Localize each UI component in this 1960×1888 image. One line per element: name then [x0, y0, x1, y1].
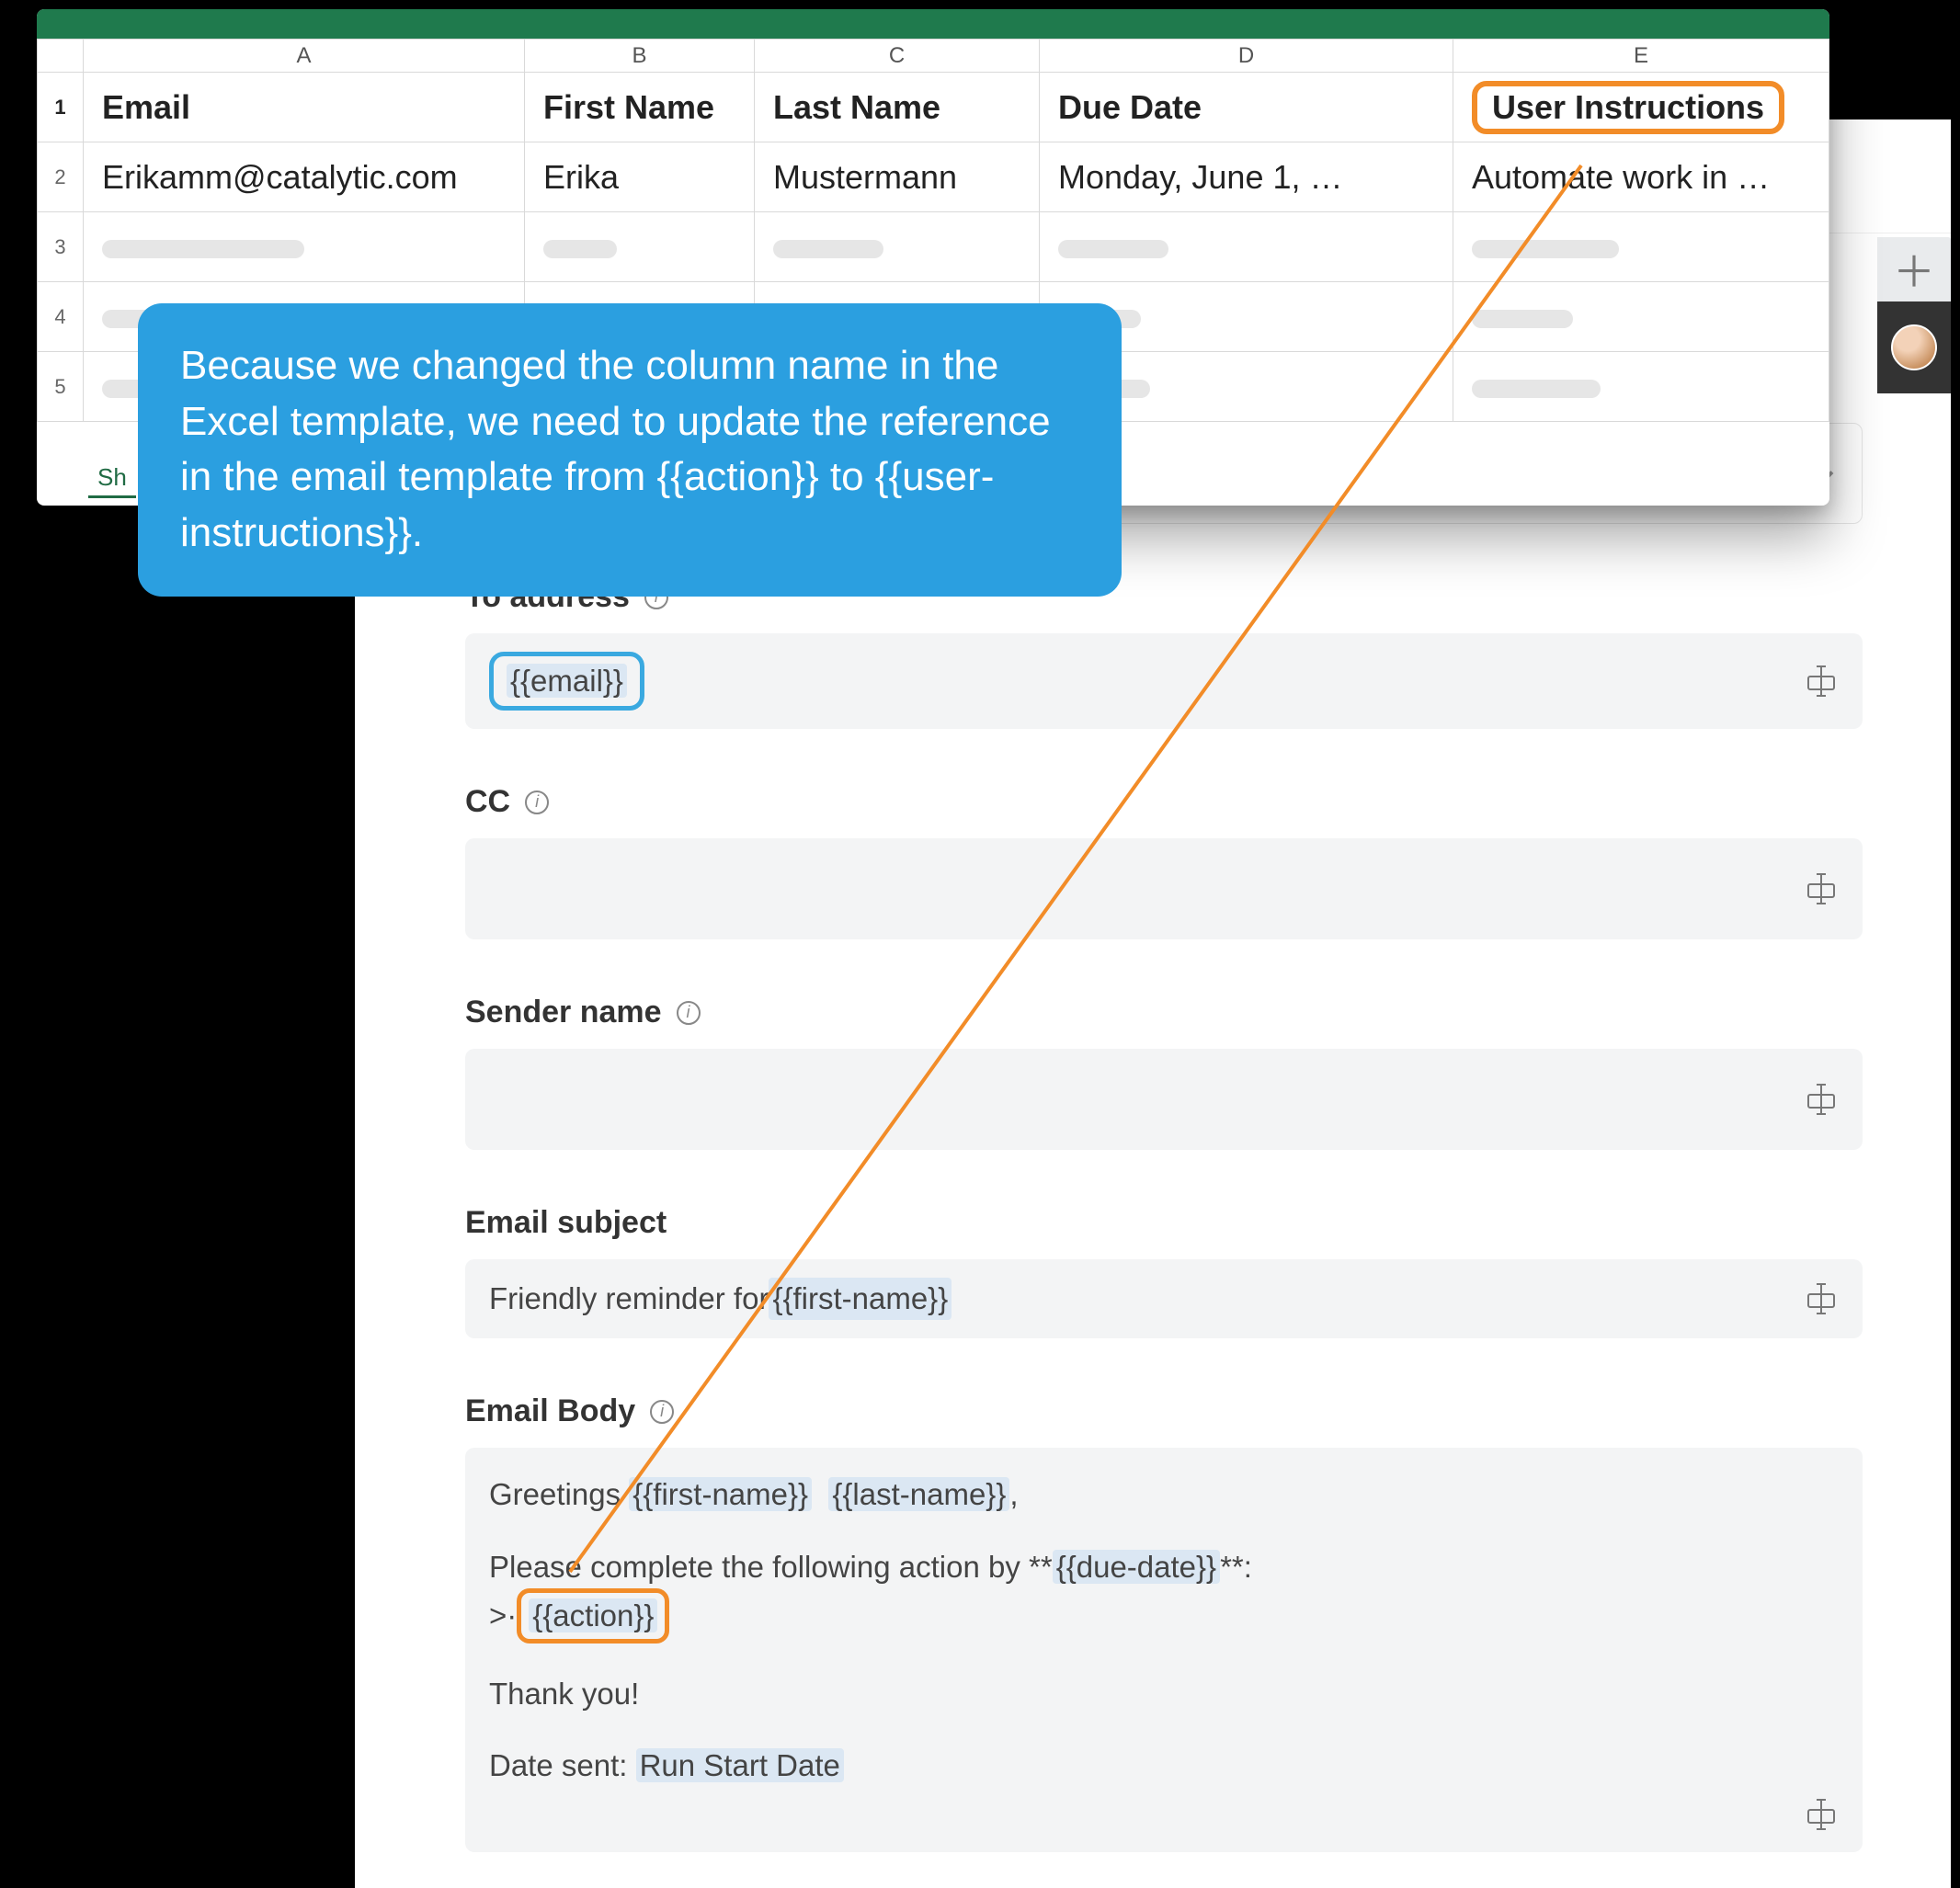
user-avatar[interactable] [1891, 324, 1937, 370]
sender-name-label: Sender name i [465, 995, 1863, 1030]
cc-field[interactable] [465, 838, 1863, 939]
header-last-name[interactable]: Last Name [755, 73, 1040, 142]
cell-first-name[interactable]: Erika [525, 142, 755, 212]
header-user-instructions[interactable]: User Instructions [1453, 73, 1829, 142]
action-token: {{action}} [529, 1598, 657, 1632]
cell-email[interactable]: Erikamm@catalytic.com [84, 142, 525, 212]
col-D[interactable]: D [1040, 40, 1453, 73]
insert-field-icon[interactable] [1804, 669, 1839, 693]
excel-titlebar [37, 9, 1829, 39]
col-B[interactable]: B [525, 40, 755, 73]
info-icon[interactable]: i [677, 1001, 701, 1025]
email-body-field[interactable]: Greetings {{first-name}} {{last-name}}, … [465, 1448, 1863, 1852]
action-line-suffix: **: [1220, 1550, 1252, 1584]
new-tab-button[interactable]: ＋ [1877, 237, 1951, 301]
to-address-field[interactable]: {{email}} [465, 633, 1863, 729]
subject-prefix: Friendly reminder for [489, 1278, 769, 1320]
email-token: {{email}} [507, 664, 627, 698]
first-name-token: {{first-name}} [629, 1477, 812, 1511]
insert-field-icon[interactable] [1804, 1287, 1839, 1311]
cell-user-instructions[interactable]: Automate work in … [1453, 142, 1829, 212]
email-body-label: Email Body i [465, 1393, 1863, 1429]
bullet-prefix: >· [489, 1598, 517, 1632]
info-icon[interactable]: i [525, 790, 549, 814]
insert-field-icon[interactable] [1804, 1803, 1839, 1826]
body-thanks: Thank you! [489, 1673, 1839, 1715]
col-E[interactable]: E [1453, 40, 1829, 73]
email-form: To address i {{email}} CC i Sender [465, 423, 1863, 1852]
data-row-2[interactable]: 2 Erikamm@catalytic.com Erika Mustermann… [38, 142, 1829, 212]
first-name-token: {{first-name}} [769, 1278, 952, 1320]
body-greeting: Greetings [489, 1477, 629, 1511]
run-start-date-token: Run Start Date [636, 1748, 844, 1782]
col-A[interactable]: A [84, 40, 525, 73]
column-letters-row: A B C D E [38, 40, 1829, 73]
email-token-highlight: {{email}} [489, 652, 644, 711]
app-sidebar [1877, 301, 1951, 393]
email-subject-field[interactable]: Friendly reminder for {{first-name}} [465, 1259, 1863, 1338]
header-due-date[interactable]: Due Date [1040, 73, 1453, 142]
cc-label: CC i [465, 784, 1863, 820]
plus-icon: ＋ [1893, 239, 1935, 300]
sheet-tab[interactable]: Sh [88, 460, 136, 498]
header-row[interactable]: 1 Email First Name Last Name Due Date Us… [38, 73, 1829, 142]
last-name-token: {{last-name}} [828, 1477, 1009, 1511]
action-token-highlight: {{action}} [517, 1588, 669, 1643]
cell-last-name[interactable]: Mustermann [755, 142, 1040, 212]
sender-name-field[interactable] [465, 1049, 1863, 1150]
insert-field-icon[interactable] [1804, 1087, 1839, 1111]
instruction-callout: Because we changed the column name in th… [138, 303, 1122, 597]
body-greeting-suffix: , [1009, 1477, 1018, 1511]
info-icon[interactable]: i [650, 1400, 674, 1424]
data-row-3[interactable]: 3 [38, 212, 1829, 282]
email-subject-label: Email subject [465, 1205, 1863, 1241]
col-C[interactable]: C [755, 40, 1040, 73]
insert-field-icon[interactable] [1804, 877, 1839, 901]
date-sent-label: Date sent: [489, 1748, 636, 1782]
action-line-prefix: Please complete the following action by … [489, 1550, 1053, 1584]
due-date-token: {{due-date}} [1053, 1550, 1220, 1584]
header-first-name[interactable]: First Name [525, 73, 755, 142]
user-instructions-highlight: User Instructions [1472, 81, 1784, 134]
cell-due-date[interactable]: Monday, June 1, … [1040, 142, 1453, 212]
header-email[interactable]: Email [84, 73, 525, 142]
